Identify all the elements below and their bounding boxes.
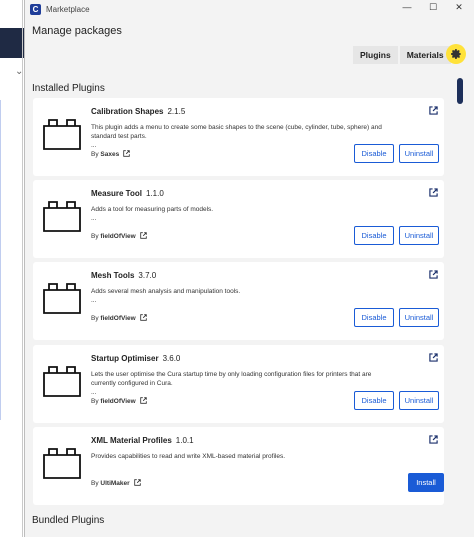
- title-bar[interactable]: C Marketplace — ☐ ✕: [25, 0, 474, 18]
- plugin-description-text: Provides capabilities to read and write …: [91, 453, 286, 460]
- plugin-card-startup-optimiser: Startup Optimiser 3.6.0 Lets the user opt…: [33, 345, 444, 423]
- tab-materials[interactable]: Materials: [399, 46, 451, 64]
- plugin-name: Startup Optimiser: [91, 354, 159, 363]
- minimize-button[interactable]: —: [400, 2, 414, 12]
- plugin-description-text: This plugin adds a menu to create some b…: [91, 124, 382, 140]
- plugin-card-mesh-tools: Mesh Tools 3.7.0 Adds several mesh analys…: [33, 262, 444, 340]
- plugin-author-prefix: By: [91, 233, 99, 240]
- plugin-author-name[interactable]: UltiMaker: [100, 480, 129, 487]
- background-app-header: [0, 28, 24, 58]
- plugin-description: Provides capabilities to read and write …: [91, 452, 391, 461]
- plugin-title: Calibration Shapes 2.1.5: [91, 107, 185, 116]
- plugin-description-text: Adds several mesh analysis and manipulat…: [91, 288, 241, 295]
- marketplace-window: C Marketplace — ☐ ✕ Manage packages Plug…: [24, 0, 474, 537]
- maximize-button[interactable]: ☐: [426, 2, 440, 13]
- plugin-author-name[interactable]: Saxes: [100, 151, 119, 158]
- external-link-icon[interactable]: [139, 232, 147, 239]
- plugin-author: By Saxes: [91, 150, 130, 158]
- plugin-description-more: ...: [91, 142, 97, 149]
- disable-button[interactable]: Disable: [354, 144, 394, 163]
- section-installed-plugins: Installed Plugins: [32, 83, 105, 94]
- install-button[interactable]: Install: [408, 473, 444, 492]
- plugin-description: Lets the user optimise the Cura startup …: [91, 370, 391, 397]
- section-bundled-plugins: Bundled Plugins: [32, 515, 105, 526]
- plugin-description: Adds several mesh analysis and manipulat…: [91, 287, 391, 305]
- plugin-author-prefix: By: [91, 315, 99, 322]
- open-in-browser-icon[interactable]: [429, 435, 438, 444]
- plugin-author-name[interactable]: fieldOfView: [100, 398, 135, 405]
- packages-header: Manage packages Plugins Materials: [25, 18, 474, 70]
- plugin-name: Measure Tool: [91, 189, 142, 198]
- open-in-browser-icon[interactable]: [429, 188, 438, 197]
- plugin-version: 2.1.5: [167, 107, 186, 116]
- external-link-icon[interactable]: [139, 397, 147, 404]
- plugin-author-prefix: By: [91, 398, 99, 405]
- plugin-version: 3.7.0: [138, 271, 157, 280]
- external-link-icon[interactable]: [123, 150, 130, 157]
- uninstall-button[interactable]: Uninstall: [399, 308, 439, 327]
- plugin-author: By fieldOfView: [91, 314, 147, 322]
- screen: ⌄ C Marketplace — ☐ ✕ Manage packages Pl…: [0, 0, 474, 537]
- tab-plugins[interactable]: Plugins: [353, 46, 398, 64]
- uninstall-button[interactable]: Uninstall: [399, 226, 439, 245]
- plugin-version: 3.6.0: [162, 354, 181, 363]
- plugin-card-calibration-shapes: Calibration Shapes 2.1.5 This plugin adds…: [33, 98, 444, 176]
- gear-icon: [451, 49, 461, 59]
- plugin-name: XML Material Profiles: [91, 436, 172, 445]
- plugin-brick-icon: [43, 365, 81, 397]
- plugin-description-text: Adds a tool for measuring parts of model…: [91, 206, 214, 213]
- close-button[interactable]: ✕: [452, 2, 466, 13]
- packages-list[interactable]: Installed Plugins Calibration Shapes 2.1.…: [25, 70, 474, 537]
- plugin-description-more: ...: [91, 389, 97, 396]
- window-title: Marketplace: [46, 4, 90, 14]
- plugin-brick-icon: [43, 200, 81, 232]
- plugin-author-name[interactable]: fieldOfView: [100, 233, 135, 240]
- scrollbar-thumb[interactable]: [457, 78, 463, 104]
- disable-button[interactable]: Disable: [354, 226, 394, 245]
- plugin-description: Adds a tool for measuring parts of model…: [91, 205, 391, 223]
- plugin-author: By fieldOfView: [91, 232, 147, 240]
- plugin-title: Mesh Tools 3.7.0: [91, 271, 156, 280]
- plugin-description-more: ...: [91, 215, 97, 222]
- open-in-browser-icon[interactable]: [429, 270, 438, 279]
- plugin-author-name[interactable]: fieldOfView: [100, 315, 135, 322]
- plugin-title: Measure Tool 1.1.0: [91, 189, 164, 198]
- open-in-browser-icon[interactable]: [429, 353, 438, 362]
- plugin-name: Mesh Tools: [91, 271, 135, 280]
- plugin-title: Startup Optimiser 3.6.0: [91, 354, 180, 363]
- page-title: Manage packages: [32, 25, 122, 37]
- plugin-brick-icon: [43, 282, 81, 314]
- disable-button[interactable]: Disable: [354, 391, 394, 410]
- background-app-divider: [22, 0, 23, 537]
- uninstall-button[interactable]: Uninstall: [399, 144, 439, 163]
- plugin-brick-icon: [43, 447, 81, 479]
- plugin-description-more: ...: [91, 297, 97, 304]
- package-type-tabs: Plugins Materials: [353, 46, 451, 64]
- plugin-author-prefix: By: [91, 480, 99, 487]
- background-app-graph: [0, 100, 20, 420]
- external-link-icon[interactable]: [139, 314, 147, 321]
- plugin-description: This plugin adds a menu to create some b…: [91, 123, 391, 150]
- uninstall-button[interactable]: Uninstall: [399, 391, 439, 410]
- plugin-author: By fieldOfView: [91, 397, 147, 405]
- plugin-card-xml-material-profiles: XML Material Profiles 1.0.1 Provides capa…: [33, 427, 444, 505]
- plugin-name: Calibration Shapes: [91, 107, 164, 116]
- settings-button[interactable]: [446, 44, 466, 64]
- plugin-version: 1.0.1: [175, 436, 194, 445]
- plugin-version: 1.1.0: [145, 189, 164, 198]
- background-app: ⌄: [0, 0, 24, 537]
- external-link-icon[interactable]: [133, 479, 141, 486]
- plugin-card-measure-tool: Measure Tool 1.1.0 Adds a tool for measur…: [33, 180, 444, 258]
- plugin-brick-icon: [43, 118, 81, 150]
- plugin-author-prefix: By: [91, 151, 99, 158]
- plugin-author: By UltiMaker: [91, 479, 141, 487]
- open-in-browser-icon[interactable]: [429, 106, 438, 115]
- plugin-title: XML Material Profiles 1.0.1: [91, 436, 194, 445]
- disable-button[interactable]: Disable: [354, 308, 394, 327]
- cura-app-icon: C: [30, 3, 41, 15]
- plugin-description-text: Lets the user optimise the Cura startup …: [91, 371, 372, 387]
